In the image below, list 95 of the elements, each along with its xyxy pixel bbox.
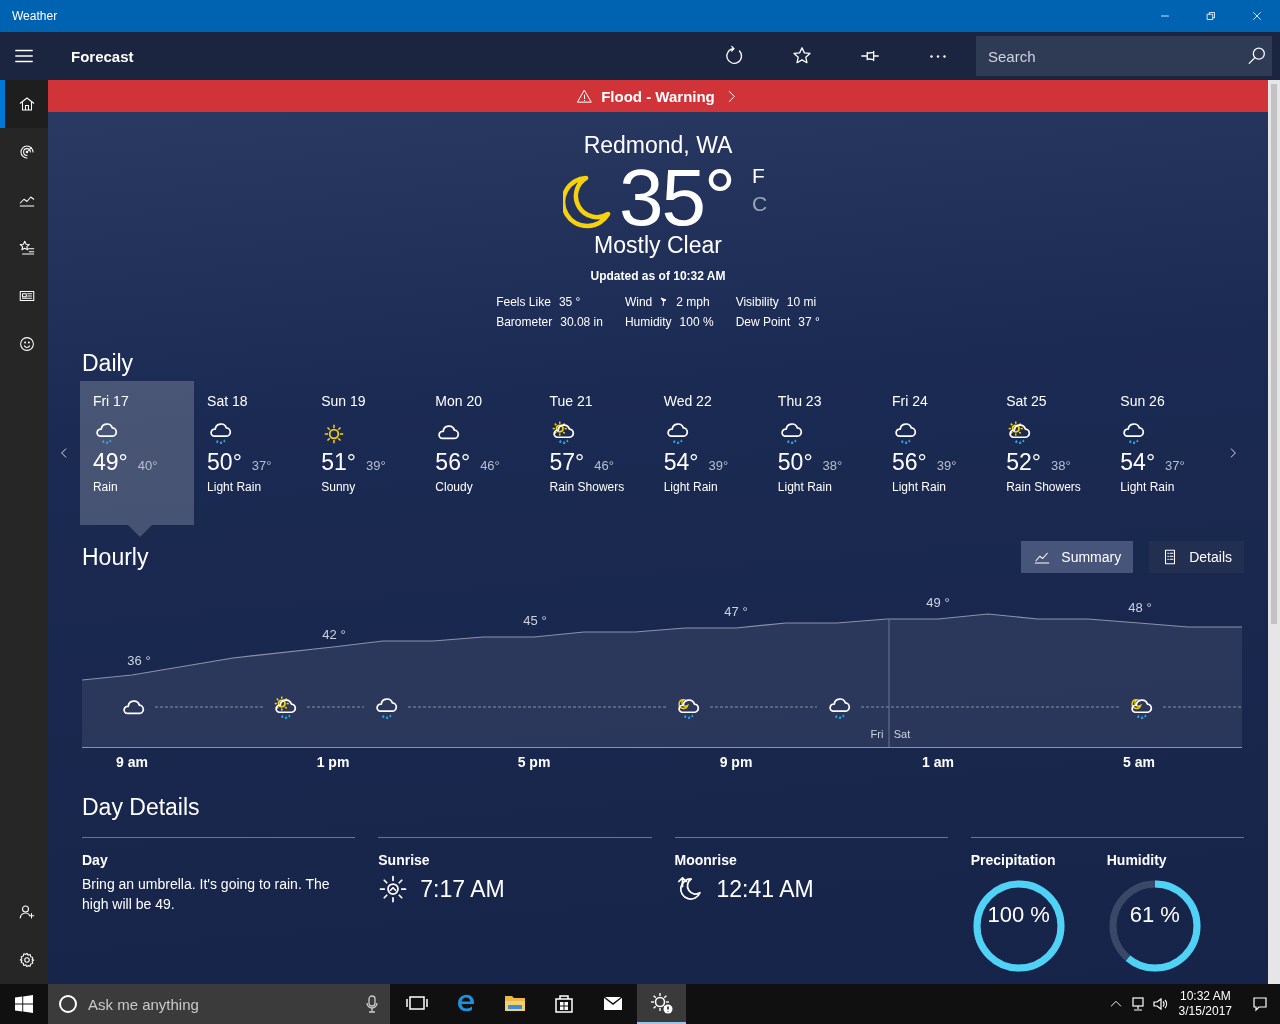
temperature-label: 36 ° [127, 653, 151, 668]
rain-cloud-icon [826, 696, 852, 722]
rain-cloud-icon [892, 421, 918, 447]
day-forecast[interactable]: Sat 18 50° 37° Light Rain [194, 381, 309, 525]
rain-cloud-icon [207, 421, 234, 447]
section-title: Hourly [82, 543, 150, 571]
search-field[interactable]: Search [976, 36, 1272, 76]
scrollbar[interactable] [1268, 80, 1280, 984]
more-icon [930, 54, 946, 58]
circle-icon [58, 994, 78, 1014]
search-field[interactable]: Ask me anything [48, 984, 390, 1024]
detail-label: Dew Point [735, 315, 791, 329]
detail-label: Barometer [496, 315, 553, 329]
detail-heading: Sunrise [378, 852, 431, 868]
view-toggle[interactable]: Details [1149, 541, 1244, 573]
section-title: Daily [82, 349, 135, 377]
temperature-label: 42 ° [322, 627, 346, 642]
day-divider-label: Sat [893, 728, 911, 740]
time-label: 1 pm [316, 754, 350, 770]
detail-value: 10 mi [786, 295, 817, 309]
moon-cloud-rain-icon [675, 696, 701, 722]
condition-text: Mostly Clear [594, 232, 722, 259]
network-icon [1129, 996, 1146, 1012]
detail-value: 35 ° [558, 295, 581, 309]
day-summary: Bring an umbrella. It's going to rain. The high will be 49. [82, 875, 331, 914]
gauge-value: 61 % [1128, 902, 1181, 928]
temperature-label: 45 ° [523, 613, 547, 628]
detail-heading: Moonrise [674, 852, 738, 868]
time-label: 1 am [922, 754, 954, 770]
detail-label: Wind [624, 295, 653, 309]
radar-icon [17, 143, 36, 161]
day-forecast[interactable]: Sat 25 52° 38° Rain Showers [993, 381, 1108, 525]
gauge-value: 100 % [986, 902, 1051, 928]
day-forecast[interactable]: Sun 19 51° 39° Sunny [308, 381, 423, 525]
temperature-label: 48 ° [1128, 600, 1152, 615]
sun-cloud-rain-icon [272, 696, 298, 722]
alert-banner[interactable]: Flood - Warning [48, 80, 1268, 112]
warning-icon [576, 87, 594, 105]
moon-cloud-rain-icon [1128, 696, 1154, 722]
nav-item[interactable] [0, 80, 48, 128]
speech-bubble-icon [1252, 996, 1268, 1012]
day-forecast[interactable]: Fri 24 56° 39° Light Rain [879, 381, 994, 525]
taskbar-app[interactable] [637, 984, 686, 1024]
time-label: 5 am [1123, 754, 1155, 770]
detail-label: Humidity [624, 315, 672, 329]
temperature-label: 47 ° [724, 604, 748, 619]
day-forecast[interactable]: Thu 23 50° 38° Light Rain [764, 381, 879, 525]
detail-value: 30.08 in [560, 315, 603, 329]
view-toggle[interactable]: Summary [1021, 541, 1134, 573]
day-forecast[interactable]: Wed 22 54° 39° Light Rain [650, 381, 765, 525]
close-icon [1250, 9, 1264, 23]
sunrise-icon [378, 874, 409, 904]
temperature-label: 49 ° [926, 595, 950, 610]
rain-cloud-icon [373, 696, 399, 722]
detail-heading: Precipitation [970, 852, 1057, 868]
detail-heading: Day [82, 852, 109, 868]
restore-icon [1204, 9, 1218, 23]
clock[interactable]: 10:32 AM 3/15/2017 [1170, 984, 1240, 1024]
day-forecast[interactable]: Sun 26 54° 37° Light Rain [1107, 381, 1222, 525]
search-button[interactable] [1246, 45, 1268, 67]
rain-cloud-icon [1120, 421, 1147, 447]
detail-heading: Humidity [1106, 852, 1168, 868]
moonrise-time: 12:41 AM [716, 875, 814, 903]
day-forecast[interactable]: Mon 20 56° 46° Cloudy [422, 381, 537, 525]
sun-cloud-rain-icon [1006, 421, 1033, 447]
star-list-icon [17, 239, 36, 257]
home-icon [17, 95, 36, 113]
detail-label: Visibility [735, 295, 779, 309]
unit-toggle[interactable]: C [751, 192, 768, 216]
detail-value: 2 mph [676, 295, 710, 309]
updated-time: Updated as of 10:32 AM [590, 269, 726, 283]
smiley-icon [17, 335, 36, 353]
unit-toggle[interactable]: F [751, 164, 768, 188]
sunrise-time: 7:17 AM [420, 875, 505, 903]
settings-icon [17, 951, 36, 969]
window-title: Weather [11, 9, 59, 23]
day-divider-label: Fri [870, 728, 884, 740]
detail-value: 100 % [679, 315, 714, 329]
page-title: Forecast [71, 47, 135, 65]
microphone-icon [366, 995, 378, 1013]
time-label: 5 pm [517, 754, 551, 770]
day-forecast[interactable]: Tue 21 57° 46° Rain Showers [536, 381, 651, 525]
speaker-icon [1151, 996, 1168, 1012]
detail-label: Feels Like [496, 295, 551, 309]
wind-arrow-icon [660, 297, 669, 307]
time-label: 9 pm [719, 754, 753, 770]
refresh-icon [723, 45, 745, 67]
location-name: Redmond, WA [583, 132, 733, 158]
add-person-icon [17, 903, 36, 921]
windows-logo-icon [15, 995, 33, 1013]
sun-alert-icon [649, 991, 674, 1015]
search-icon [1246, 45, 1268, 67]
time-label: 9 am [116, 754, 148, 770]
section-title: Day Details [82, 793, 201, 821]
detail-value: 37 ° [798, 315, 820, 329]
